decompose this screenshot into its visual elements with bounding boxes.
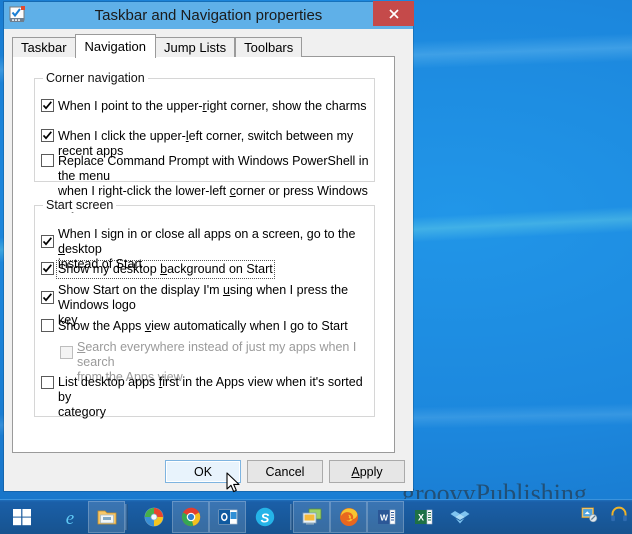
- checkbox-row-upper-right-charms[interactable]: When I point to the upper-right corner, …: [41, 99, 371, 114]
- word-icon: W: [377, 509, 395, 525]
- checkbox-list-desktop-apps-first[interactable]: [41, 376, 54, 389]
- taskbar-item-remote-desktop[interactable]: [293, 501, 330, 533]
- tab-jump-lists[interactable]: Jump Lists: [154, 37, 236, 57]
- taskbar-item-excel[interactable]: X: [404, 501, 441, 533]
- checkbox-row-show-apps-view-automatically[interactable]: Show the Apps view automatically when I …: [41, 319, 373, 334]
- excel-icon: X: [414, 509, 432, 525]
- group-title-start-screen: Start screen: [43, 198, 117, 212]
- taskbar-item-word[interactable]: W: [367, 501, 404, 533]
- checkmark-icon: [42, 131, 52, 140]
- system-tray: [580, 505, 628, 530]
- checkbox-sign-in-go-to-desktop[interactable]: [41, 235, 54, 248]
- svg-text:W: W: [379, 513, 388, 523]
- taskbar-item-internet-explorer[interactable]: e: [51, 501, 88, 533]
- taskbar-item-file-explorer[interactable]: [88, 501, 125, 533]
- windows-start-icon: [13, 509, 31, 526]
- dropbox-icon: [450, 511, 469, 524]
- checkmark-icon: [42, 237, 52, 246]
- checkbox-replace-command-prompt-powershell[interactable]: [41, 154, 54, 167]
- checkbox-upper-left-switch-apps[interactable]: [41, 129, 54, 142]
- checkbox-row-show-desktop-background-on-start[interactable]: Show my desktop background on Start: [41, 260, 373, 279]
- taskbar-item-dropbox[interactable]: [441, 501, 478, 533]
- taskbar-item-windows-media-center[interactable]: [135, 501, 172, 533]
- taskbar-navigation-properties-dialog: Taskbar and Navigation properties Taskba…: [4, 1, 414, 491]
- firefox-icon: [339, 508, 358, 526]
- svg-text:X: X: [417, 513, 423, 523]
- windows-media-center-icon: [144, 507, 163, 527]
- checkmark-icon: [42, 264, 52, 273]
- group-title-corner-navigation: Corner navigation: [43, 71, 148, 85]
- taskbar-item-google-chrome[interactable]: [172, 501, 209, 533]
- ok-button[interactable]: OK: [165, 460, 241, 483]
- checkbox-row-list-desktop-apps-first[interactable]: List desktop apps first in the Apps view…: [41, 375, 373, 420]
- file-explorer-icon: [97, 510, 116, 525]
- checkbox-show-start-on-display-in-use[interactable]: [41, 291, 54, 304]
- cancel-button[interactable]: Cancel: [247, 460, 323, 483]
- tab-page-navigation: Corner navigation When I point to the up…: [12, 56, 395, 453]
- tab-navigation[interactable]: Navigation: [74, 34, 156, 58]
- checkbox-label-show-desktop-background-on-start: Show my desktop background on Start: [56, 260, 275, 279]
- taskbar-item-skype[interactable]: S: [246, 501, 283, 533]
- tab-toolbars[interactable]: Toolbars: [235, 37, 303, 57]
- close-button[interactable]: [373, 1, 414, 26]
- taskbar-item-outlook[interactable]: [209, 501, 246, 533]
- google-chrome-icon: [181, 507, 200, 527]
- taskbar: e S W X: [0, 499, 632, 534]
- window-title: Taskbar and Navigation properties: [94, 7, 323, 24]
- checkbox-label-show-apps-view-automatically: Show the Apps view automatically when I …: [58, 319, 348, 333]
- tab-container: Taskbar Navigation Jump Lists Toolbars C…: [12, 34, 395, 453]
- remote-desktop-icon: [302, 508, 321, 525]
- checkbox-upper-right-charms[interactable]: [41, 99, 54, 112]
- svg-text:e: e: [65, 508, 73, 528]
- tab-taskbar[interactable]: Taskbar: [12, 37, 76, 57]
- taskbar-separator: [125, 504, 128, 530]
- tray-headset-icon[interactable]: [610, 506, 628, 529]
- outlook-icon: [218, 509, 237, 525]
- checkbox-label-upper-right-charms: When I point to the upper-right corner, …: [58, 99, 367, 113]
- tray-paint-icon[interactable]: [580, 505, 600, 530]
- checkmark-icon: [42, 101, 52, 110]
- apply-button[interactable]: Apply: [329, 460, 405, 483]
- tabstrip: Taskbar Navigation Jump Lists Toolbars: [12, 34, 395, 58]
- checkbox-show-apps-view-automatically[interactable]: [41, 319, 54, 332]
- close-icon: [388, 8, 399, 19]
- checkbox-label-list-desktop-apps-first: List desktop apps first in the Apps view…: [58, 375, 363, 419]
- internet-explorer-icon: e: [65, 508, 73, 528]
- svg-text:S: S: [260, 511, 269, 526]
- checkbox-search-everywhere: [60, 346, 73, 359]
- taskbar-properties-icon: [8, 5, 27, 24]
- start-button[interactable]: [0, 500, 44, 534]
- taskbar-item-firefox[interactable]: [330, 501, 367, 533]
- checkmark-icon: [42, 293, 52, 302]
- screen: groovyPublishing Taskbar and Navigation …: [0, 0, 632, 534]
- checkbox-show-desktop-background-on-start[interactable]: [41, 262, 54, 275]
- skype-icon: S: [255, 507, 274, 527]
- titlebar[interactable]: Taskbar and Navigation properties: [4, 1, 414, 29]
